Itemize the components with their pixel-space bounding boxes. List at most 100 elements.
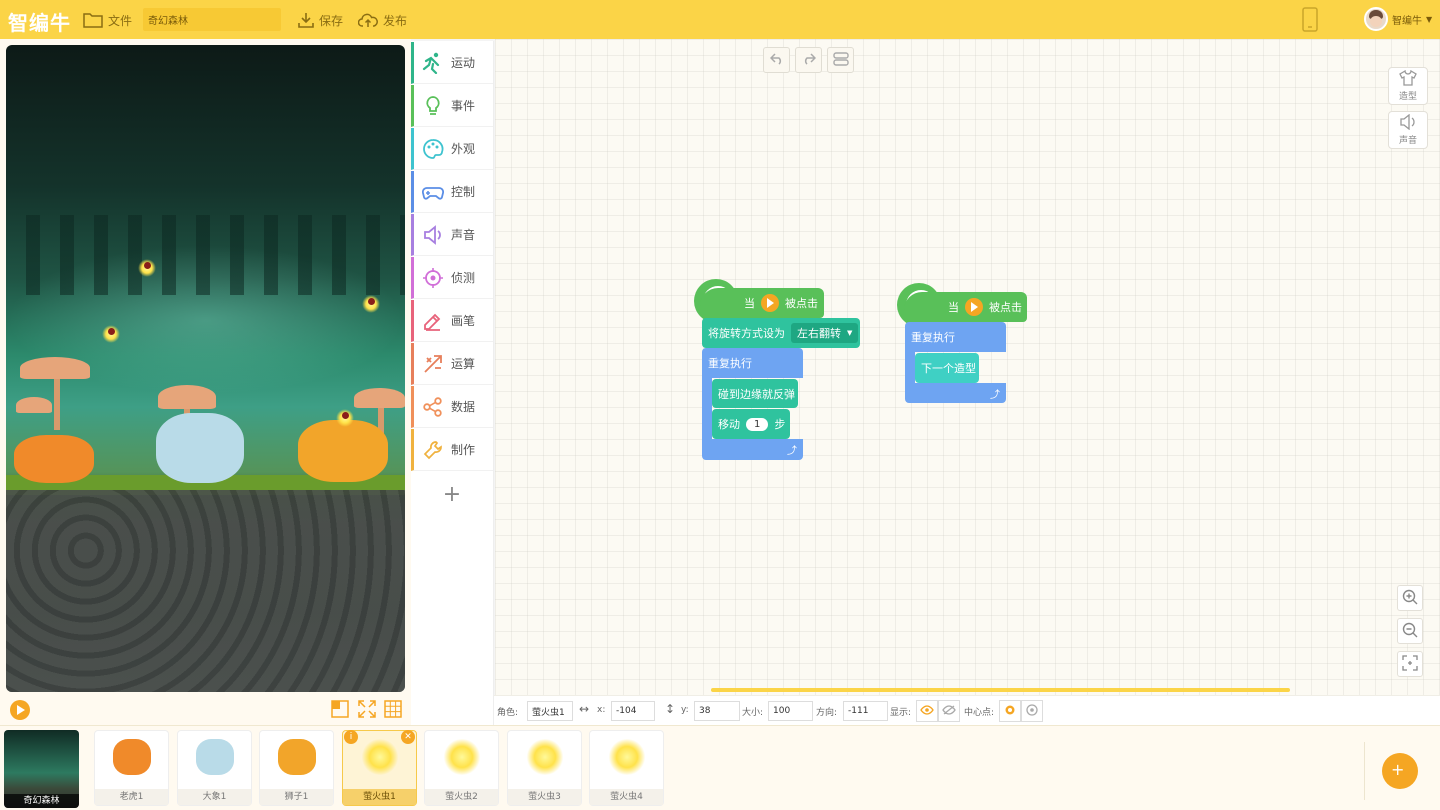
running-icon [422, 52, 444, 74]
show-button[interactable] [916, 700, 938, 722]
backdrop-thumbnail[interactable]: 奇幻森林 [4, 730, 79, 808]
info-icon[interactable]: i [344, 730, 358, 744]
sprite-item-firefly-1[interactable]: i ✕ 萤火虫1 [342, 730, 417, 806]
next-costume-block[interactable]: 下一个造型 [915, 353, 979, 383]
lion-sprite[interactable] [298, 420, 388, 482]
sprite-item-elephant[interactable]: 大象1 [177, 730, 252, 806]
undo-button[interactable] [763, 47, 790, 73]
tiger-sprite[interactable] [14, 435, 94, 483]
publish-button[interactable]: 发布 [358, 10, 407, 30]
y-input[interactable] [694, 701, 740, 721]
close-icon[interactable]: ✕ [401, 730, 415, 744]
mobile-preview-icon[interactable] [1302, 7, 1318, 35]
project-name-input[interactable] [143, 8, 281, 31]
forever-block[interactable]: 重复执行 [702, 348, 803, 378]
add-sprite-button[interactable]: + [1382, 753, 1418, 789]
eye-icon [920, 704, 934, 718]
direction-input[interactable] [843, 701, 888, 721]
sprite-item-lion[interactable]: 狮子1 [259, 730, 334, 806]
rotation-style-dropdown[interactable]: 左右翻转 ▼ [791, 323, 859, 343]
firefly-sprite[interactable] [138, 259, 156, 277]
sun-icon [1003, 703, 1017, 720]
sprite-item-tiger[interactable]: 老虎1 [94, 730, 169, 806]
redo-button[interactable] [795, 47, 822, 73]
forever-block[interactable]: 重复执行 [905, 322, 1006, 352]
category-control[interactable]: 控制 [411, 171, 493, 213]
category-label: 运算 [451, 357, 476, 371]
set-rotation-style-block[interactable]: 将旋转方式设为 左右翻转 ▼ [702, 318, 860, 348]
sprite-list: 奇幻森林 老虎1 大象1 狮子1 i ✕ 萤火虫1 萤火虫2 萤火虫3 萤火虫4… [0, 725, 1440, 810]
plus-icon: + [442, 481, 462, 507]
when-flag-clicked-block[interactable]: 当 被点击 [700, 288, 824, 318]
forever-end: ⤴ [905, 383, 1006, 403]
green-flag-button[interactable] [10, 700, 30, 720]
file-menu-button[interactable]: 文件 [83, 10, 132, 30]
stage-canvas[interactable] [6, 45, 405, 692]
redo-icon [802, 52, 816, 68]
when-flag-clicked-block[interactable]: 当 被点击 [904, 292, 1027, 322]
backdrop-label: 奇幻森林 [4, 794, 79, 808]
sprite-label: 萤火虫3 [508, 789, 581, 805]
sprite-item-firefly-2[interactable]: 萤火虫2 [424, 730, 499, 806]
mushroom [158, 385, 216, 409]
horizontal-arrows-icon: ↔ [579, 702, 590, 716]
zoom-in-button[interactable] [1397, 585, 1423, 611]
hide-button[interactable] [938, 700, 960, 722]
firefly-sprite[interactable] [102, 325, 120, 343]
center-label: 中心点: [964, 708, 995, 718]
size-input[interactable] [768, 701, 813, 721]
category-label: 制作 [451, 443, 476, 457]
center-target-button[interactable] [1021, 700, 1043, 722]
category-label: 画笔 [451, 314, 476, 328]
elephant-sprite[interactable] [156, 413, 244, 483]
category-label: 事件 [451, 99, 476, 113]
block-categories: 运动 事件 外观 控制 声音 侦测 画笔 运算 数据 制作 + [411, 41, 494, 725]
save-button[interactable]: 保存 [298, 10, 343, 30]
stage-trees [6, 215, 405, 295]
tiger-thumbnail [113, 739, 151, 775]
dropdown-value: 左右翻转 [797, 327, 841, 340]
category-operators[interactable]: 运算 [411, 343, 493, 385]
costume-tab[interactable]: 造型 [1388, 67, 1428, 105]
zoom-out-button[interactable] [1397, 618, 1423, 644]
sprite-name-input[interactable] [527, 701, 573, 721]
category-events[interactable]: 事件 [411, 85, 493, 127]
target-icon [422, 267, 444, 289]
move-steps-block[interactable]: 移动 1 步 [712, 409, 790, 439]
category-data[interactable]: 数据 [411, 386, 493, 428]
user-menu[interactable]: 智编牛 ▼ [1364, 7, 1432, 31]
category-sound[interactable]: 声音 [411, 214, 493, 256]
code-workspace[interactable]: 造型 声音 当 被点击 将旋转方式设为 左右翻转 ▼ 重复执行 碰到边缘就反弹 … [495, 39, 1440, 695]
speaker-icon [1399, 113, 1417, 133]
block-text: 重复执行 [708, 357, 752, 370]
grid-icon[interactable] [384, 700, 402, 718]
category-label: 声音 [451, 228, 476, 242]
small-stage-icon[interactable] [331, 700, 349, 718]
firefly-sprite[interactable] [362, 295, 380, 313]
category-pen[interactable]: 画笔 [411, 300, 493, 342]
horizontal-scrollbar[interactable] [711, 688, 1290, 692]
bounce-on-edge-block[interactable]: 碰到边缘就反弹 [712, 379, 798, 408]
sprite-item-firefly-3[interactable]: 萤火虫3 [507, 730, 582, 806]
fullscreen-icon[interactable] [358, 700, 376, 718]
category-motion[interactable]: 运动 [411, 42, 493, 84]
sprite-label: 萤火虫2 [425, 789, 498, 805]
zoom-reset-button[interactable] [1397, 651, 1423, 677]
block-text: 重复执行 [911, 331, 955, 344]
center-point-button[interactable] [999, 700, 1021, 722]
sound-tab[interactable]: 声音 [1388, 111, 1428, 149]
firefly-sprite[interactable] [336, 409, 354, 427]
play-icon [761, 294, 779, 312]
x-input[interactable] [611, 701, 655, 721]
divider [1364, 742, 1365, 800]
clean-up-button[interactable] [827, 47, 854, 73]
category-looks[interactable]: 外观 [411, 128, 493, 170]
add-extension-button[interactable]: + [411, 473, 493, 515]
steps-input[interactable]: 1 [746, 417, 769, 431]
category-label: 控制 [451, 185, 476, 199]
folder-icon [83, 12, 103, 28]
eye-off-icon [942, 704, 956, 718]
sprite-item-firefly-4[interactable]: 萤火虫4 [589, 730, 664, 806]
category-sensing[interactable]: 侦测 [411, 257, 493, 299]
category-make[interactable]: 制作 [411, 429, 493, 471]
